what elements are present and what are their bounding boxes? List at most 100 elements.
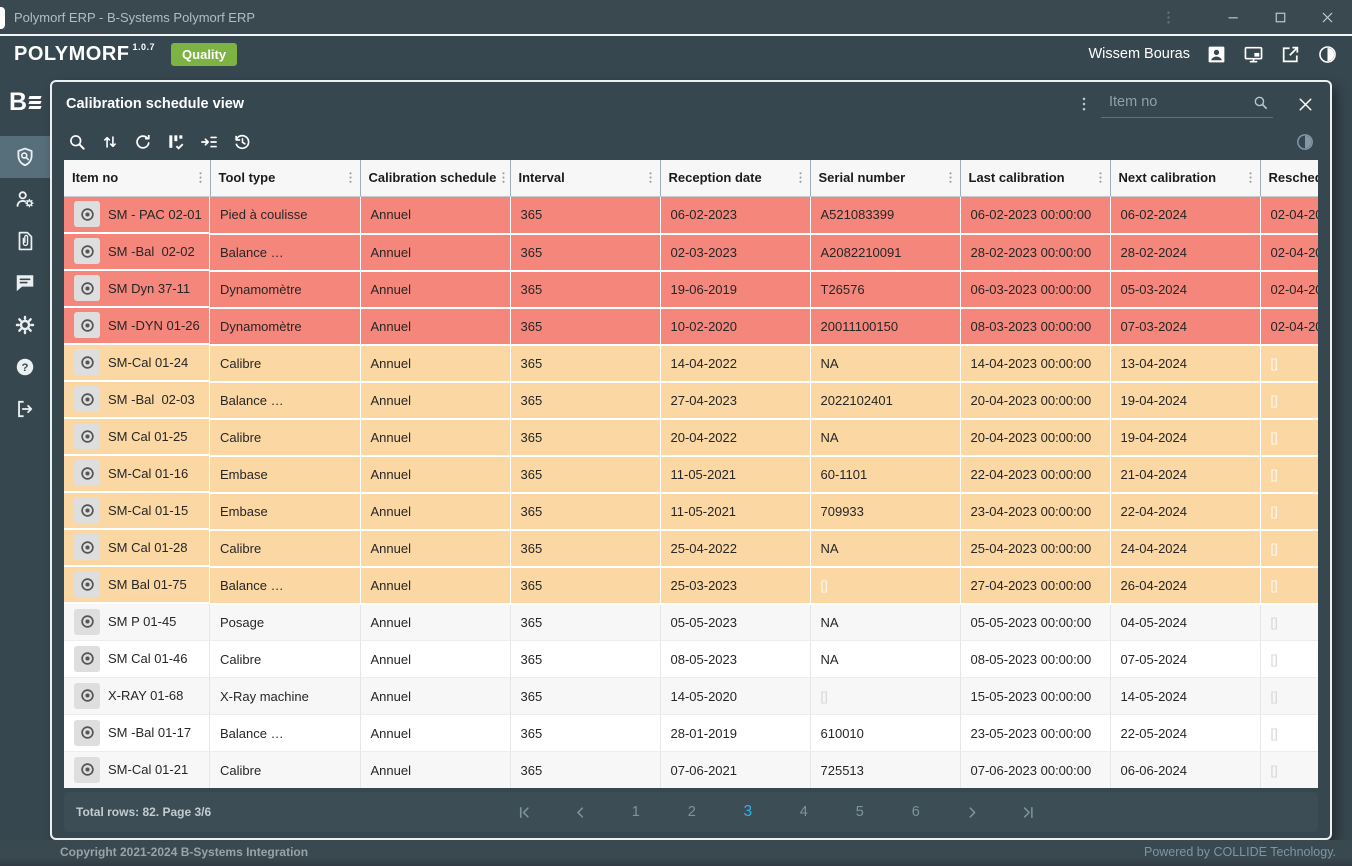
powered-by-link[interactable]: Powered by COLLIDE Technology. bbox=[1144, 845, 1336, 859]
pagination-prev-button[interactable] bbox=[567, 803, 593, 822]
toolbar-sort-button[interactable] bbox=[100, 132, 120, 152]
toolbar-icons bbox=[67, 132, 252, 152]
row-select-radio-icon[interactable] bbox=[74, 275, 100, 301]
column-header-calibration_schedule[interactable]: Calibration schedule bbox=[360, 160, 511, 197]
toolbar-refresh-button[interactable] bbox=[133, 132, 153, 152]
column-menu-kebab-icon[interactable] bbox=[343, 170, 358, 185]
header-open-in-new-icon[interactable] bbox=[1280, 44, 1301, 65]
row-select-radio-icon[interactable] bbox=[74, 423, 100, 449]
row-select-radio-icon[interactable] bbox=[74, 608, 100, 635]
toolbar-columns-check-button[interactable] bbox=[166, 132, 186, 152]
cell-reschedule: 02-04-2024 bbox=[1260, 307, 1318, 346]
table-row[interactable]: SM-Cal 01-24 Calibre Annuel 365 14-04-2022 NA… bbox=[64, 344, 1318, 383]
page-button-4[interactable]: 4 bbox=[791, 804, 817, 820]
toolbar-search-button[interactable] bbox=[67, 132, 87, 152]
sidebar-item-user-management[interactable] bbox=[0, 178, 50, 220]
row-select-radio-icon[interactable] bbox=[74, 571, 100, 597]
row-select-radio-icon[interactable] bbox=[74, 534, 100, 560]
row-select-radio-icon[interactable] bbox=[74, 719, 100, 746]
row-select-radio-icon[interactable] bbox=[74, 238, 100, 264]
table-row[interactable]: SM Dyn 37-11 Dynamomètre Annuel 365 19-06-20… bbox=[64, 270, 1318, 309]
maximize-button[interactable] bbox=[1272, 9, 1289, 26]
window-menu-button[interactable] bbox=[1160, 9, 1177, 26]
column-menu-kebab-icon[interactable] bbox=[193, 170, 208, 185]
column-header-serial_number[interactable]: Serial number bbox=[810, 160, 961, 197]
cell-next_calibration: 21-04-2024 bbox=[1110, 455, 1261, 494]
table-row[interactable]: SM - PAC 02-01 Pied à coulisse Annuel 365 06… bbox=[64, 196, 1318, 235]
sidebar-item-documents[interactable] bbox=[0, 220, 50, 262]
cell-next_calibration: 22-05-2024 bbox=[1110, 714, 1261, 752]
modal-close-button[interactable] bbox=[1295, 94, 1316, 115]
cell-last_calibration: 08-05-2023 00:00:00 bbox=[960, 640, 1111, 678]
header-account-box-icon[interactable] bbox=[1206, 44, 1227, 65]
row-select-radio-icon[interactable] bbox=[74, 201, 100, 227]
cell-tool_type: Calibre bbox=[210, 640, 361, 678]
row-select-radio-icon[interactable] bbox=[74, 756, 100, 783]
table-row[interactable]: SM-Cal 01-16 Embase Annuel 365 11-05-2021 60-… bbox=[64, 455, 1318, 494]
sidebar-item-quality-control[interactable] bbox=[0, 136, 50, 178]
page-button-3[interactable]: 3 bbox=[735, 803, 761, 821]
column-menu-kebab-icon[interactable] bbox=[643, 170, 658, 185]
column-header-reception_date[interactable]: Reception date bbox=[660, 160, 811, 197]
table-contrast-toggle[interactable] bbox=[1295, 132, 1315, 152]
table-row[interactable]: SM -DYN 01-26 Dynamomètre Annuel 365 10-02-2… bbox=[64, 307, 1318, 346]
column-menu-kebab-icon[interactable] bbox=[496, 170, 509, 185]
sidebar-item-messages[interactable] bbox=[0, 262, 50, 304]
row-select-radio-icon[interactable] bbox=[74, 349, 100, 375]
table-row[interactable]: SM-Cal 01-15 Embase Annuel 365 11-05-2021 709… bbox=[64, 492, 1318, 531]
row-select-radio-icon[interactable] bbox=[74, 497, 100, 523]
table-row[interactable]: X-RAY 01-68 X-Ray machine Annuel 365 14-05-2… bbox=[64, 677, 1318, 715]
table-row[interactable]: SM -Bal 01-17 Balance … Annuel 365 28-01-201… bbox=[64, 714, 1318, 752]
column-menu-kebab-icon[interactable] bbox=[793, 170, 808, 185]
table-row[interactable]: SM -Bal 02-02 Balance … Annuel 365 02-03-202… bbox=[64, 233, 1318, 272]
column-header-next_calibration[interactable]: Next calibration bbox=[1110, 160, 1261, 197]
page-button-1[interactable]: 1 bbox=[623, 804, 649, 820]
minimize-button[interactable] bbox=[1225, 9, 1242, 26]
sidebar-item-logout[interactable] bbox=[0, 388, 50, 430]
row-select-radio-icon[interactable] bbox=[74, 645, 100, 672]
search-icon[interactable] bbox=[1252, 94, 1269, 111]
cell-reception_date: 20-04-2022 bbox=[660, 418, 811, 457]
column-header-tool_type[interactable]: Tool type bbox=[210, 160, 361, 197]
cell-interval: 365 bbox=[510, 566, 661, 605]
search-input[interactable] bbox=[1101, 90, 1273, 118]
pagination-next-button[interactable] bbox=[959, 803, 985, 822]
cell-tool_type: Balance … bbox=[210, 714, 361, 752]
close-button[interactable] bbox=[1319, 9, 1336, 26]
cell-item_no: SM Dyn 37-11 bbox=[64, 270, 210, 308]
toolbar-history-button[interactable] bbox=[232, 132, 252, 152]
item-no-text: SM Cal 01-28 bbox=[108, 539, 188, 555]
toolbar-insert-row-button[interactable] bbox=[199, 132, 219, 152]
table-row[interactable]: SM Cal 01-46 Calibre Annuel 365 08-05-2023 NA… bbox=[64, 640, 1318, 678]
row-select-radio-icon[interactable] bbox=[74, 460, 100, 486]
row-select-radio-icon[interactable] bbox=[74, 312, 100, 338]
pagination-last-button[interactable] bbox=[1015, 803, 1041, 822]
table-row[interactable]: SM Bal 01-75 Balance … Annuel 365 25-03-2023… bbox=[64, 566, 1318, 605]
modal-menu-kebab-icon[interactable] bbox=[1075, 95, 1093, 113]
table-row[interactable]: SM -Bal 02-03 Balance … Annuel 365 27-04-202… bbox=[64, 381, 1318, 420]
table-row[interactable]: SM Cal 01-25 Calibre Annuel 365 20-04-2022 NA… bbox=[64, 418, 1318, 457]
table-row[interactable]: SM Cal 01-28 Calibre Annuel 365 25-04-2022 NA… bbox=[64, 529, 1318, 568]
sidebar-item-settings[interactable] bbox=[0, 304, 50, 346]
table-row[interactable]: SM-Cal 01-21 Calibre Annuel 365 07-06-2021 72… bbox=[64, 751, 1318, 788]
column-header-last_calibration[interactable]: Last calibration bbox=[960, 160, 1111, 197]
table-row[interactable]: SM P 01-45 Posage Annuel 365 05-05-2023 NA 05-… bbox=[64, 603, 1318, 641]
column-header-interval[interactable]: Interval bbox=[510, 160, 661, 197]
column-header-item_no[interactable]: Item no bbox=[64, 160, 211, 197]
modal-title: Calibration schedule view bbox=[66, 96, 245, 112]
column-header-reschedule[interactable]: Reschedule bbox=[1260, 160, 1318, 197]
column-menu-kebab-icon[interactable] bbox=[1093, 170, 1108, 185]
cell-interval: 365 bbox=[510, 196, 661, 235]
header-monitor-icon[interactable] bbox=[1243, 44, 1264, 65]
pagination-first-button[interactable] bbox=[511, 803, 537, 822]
page-button-2[interactable]: 2 bbox=[679, 804, 705, 820]
column-menu-kebab-icon[interactable] bbox=[943, 170, 958, 185]
row-select-radio-icon[interactable] bbox=[74, 386, 100, 412]
page-button-5[interactable]: 5 bbox=[847, 804, 873, 820]
header-contrast-icon[interactable] bbox=[1317, 44, 1338, 65]
module-badge[interactable]: Quality bbox=[171, 42, 238, 66]
page-button-6[interactable]: 6 bbox=[903, 804, 929, 820]
row-select-radio-icon[interactable] bbox=[74, 682, 100, 709]
column-menu-kebab-icon[interactable] bbox=[1243, 170, 1258, 185]
sidebar-item-help[interactable]: ? bbox=[0, 346, 50, 388]
